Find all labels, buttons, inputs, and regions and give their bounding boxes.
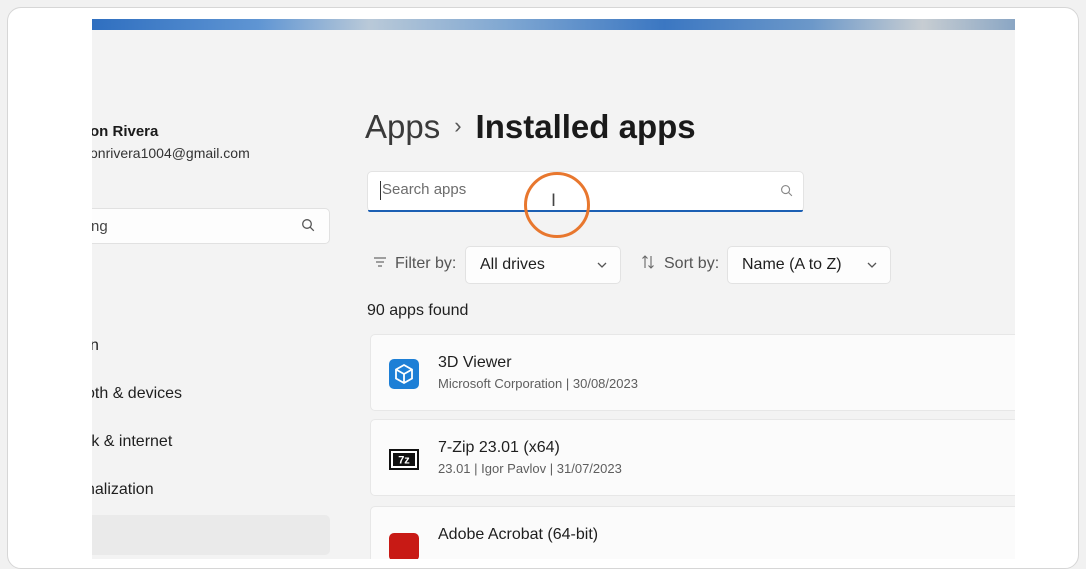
app-meta: Microsoft Corporation | 30/08/2023 xyxy=(438,376,638,391)
results-count: 90 apps found xyxy=(367,302,469,319)
settings-window: on Rivera onrivera1004@gmail.com ng . n … xyxy=(92,19,1015,559)
text-caret xyxy=(380,181,381,200)
sidebar-item-bluetooth-devices[interactable]: oth & devices xyxy=(92,385,182,403)
sort-dropdown[interactable]: Name (A to Z) xyxy=(727,246,891,284)
app-name: 3D Viewer xyxy=(438,354,512,371)
sidebar-item-network-internet[interactable]: rk & internet xyxy=(92,433,172,451)
page-title: Installed apps xyxy=(475,108,696,145)
breadcrumb: Apps › Installed apps xyxy=(365,108,696,146)
desktop-wallpaper-strip xyxy=(92,19,1015,30)
filter-value: All drives xyxy=(480,256,545,273)
sort-icon xyxy=(641,255,655,274)
chevron-down-icon xyxy=(866,258,878,276)
account-email: onrivera1004@gmail.com xyxy=(92,145,250,161)
filter-icon xyxy=(373,255,387,274)
sidebar-item-personalization[interactable]: nalization xyxy=(92,481,154,499)
svg-text:7z: 7z xyxy=(398,455,410,467)
sort-value: Name (A to Z) xyxy=(742,256,842,273)
7zip-icon: 7z xyxy=(389,444,419,474)
sidebar-item-apps-selected[interactable] xyxy=(92,515,330,555)
app-list-item[interactable]: 7z 7-Zip 23.01 (x64) 23.01 | Igor Pavlov… xyxy=(370,419,1015,496)
app-meta: 23.01 | Igor Pavlov | 31/07/2023 xyxy=(438,461,622,476)
breadcrumb-apps-link[interactable]: Apps xyxy=(365,108,440,145)
account-name: on Rivera xyxy=(92,123,159,140)
breadcrumb-separator-icon: › xyxy=(454,113,462,138)
sort-label: Sort by: xyxy=(664,255,720,272)
settings-search-input[interactable]: ng xyxy=(92,208,330,244)
adobe-acrobat-icon xyxy=(389,531,419,559)
filter-label: Filter by: xyxy=(395,255,457,272)
app-list-item[interactable]: 3D Viewer Microsoft Corporation | 30/08/… xyxy=(370,334,1015,411)
3d-viewer-icon xyxy=(389,359,419,389)
chevron-down-icon xyxy=(596,258,608,276)
click-highlight-ring xyxy=(524,172,590,238)
app-list-item[interactable]: Adobe Acrobat (64-bit) xyxy=(370,506,1015,559)
screenshot-frame: on Rivera onrivera1004@gmail.com ng . n … xyxy=(7,7,1079,569)
sidebar-item-system[interactable]: n xyxy=(92,337,99,355)
filter-dropdown[interactable]: All drives xyxy=(465,246,621,284)
app-name: Adobe Acrobat (64-bit) xyxy=(438,526,599,543)
search-icon xyxy=(780,184,793,202)
settings-search-text: ng xyxy=(92,218,108,235)
search-icon xyxy=(301,218,315,237)
app-name: 7-Zip 23.01 (x64) xyxy=(438,439,560,456)
